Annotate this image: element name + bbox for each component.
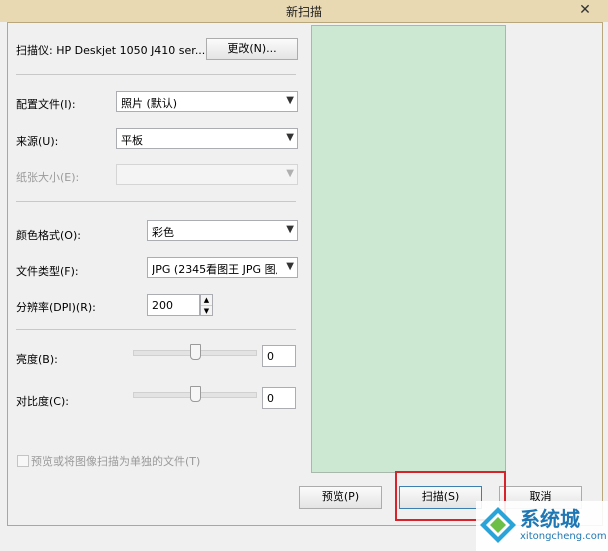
separate-files-label: 预览或将图像扫描为单独的文件(T) <box>31 455 201 468</box>
spin-down-icon[interactable]: ▼ <box>201 306 212 316</box>
spin-up-icon[interactable]: ▲ <box>201 295 212 306</box>
contrast-label: 对比度(C): <box>16 395 69 408</box>
contrast-slider-thumb[interactable] <box>190 386 201 402</box>
source-select[interactable]: 平板 ▼ <box>116 128 298 149</box>
brightness-label: 亮度(B): <box>16 353 58 366</box>
chevron-down-icon: ▼ <box>286 95 294 106</box>
profile-select[interactable]: 照片 (默认) ▼ <box>116 91 298 112</box>
color-format-label: 颜色格式(O): <box>16 229 81 242</box>
paper-size-label: 纸张大小(E): <box>16 171 80 184</box>
separator <box>16 201 296 202</box>
change-scanner-button[interactable]: 更改(N)... <box>206 38 298 60</box>
watermark: 系统城 xitongcheng.com <box>476 501 608 551</box>
window-title: 新扫描 <box>285 5 322 19</box>
scanner-label: 扫描仪: HP Deskjet 1050 J410 ser... <box>16 44 206 57</box>
preview-button[interactable]: 预览(P) <box>299 486 382 509</box>
profile-value: 照片 (默认) <box>121 97 178 110</box>
separator <box>16 74 296 75</box>
close-icon[interactable]: ✕ <box>568 0 602 20</box>
scan-dialog: 扫描仪: HP Deskjet 1050 J410 ser... 更改(N)..… <box>7 22 608 551</box>
brightness-slider-thumb[interactable] <box>190 344 201 360</box>
source-value: 平板 <box>121 134 143 147</box>
chevron-down-icon: ▼ <box>286 261 294 272</box>
contrast-input[interactable]: 0 <box>262 387 296 409</box>
title-bar: 新扫描 ✕ <box>0 0 608 22</box>
source-label: 来源(U): <box>16 135 59 148</box>
separator <box>16 329 296 330</box>
brightness-input[interactable]: 0 <box>262 345 296 367</box>
resolution-input[interactable]: 200 <box>147 294 200 316</box>
chevron-down-icon: ▼ <box>286 224 294 235</box>
paper-size-select: ▼ <box>116 164 298 185</box>
preview-pane <box>311 25 506 473</box>
chevron-down-icon: ▼ <box>286 132 294 143</box>
file-type-label: 文件类型(F): <box>16 265 79 278</box>
watermark-brand: 系统城 <box>520 507 580 531</box>
color-format-value: 彩色 <box>152 226 174 239</box>
file-type-select[interactable]: JPG (2345看图王 JPG 图片 ▼ <box>147 257 298 278</box>
watermark-logo-icon <box>480 507 516 543</box>
profile-label: 配置文件(I): <box>16 98 76 111</box>
resolution-label: 分辨率(DPI)(R): <box>16 301 96 314</box>
watermark-url: xitongcheng.com <box>520 531 607 542</box>
separate-files-checkbox[interactable] <box>17 455 29 467</box>
chevron-down-icon: ▼ <box>286 168 294 179</box>
resolution-spinner[interactable]: ▲ ▼ <box>200 294 213 316</box>
color-format-select[interactable]: 彩色 ▼ <box>147 220 298 241</box>
file-type-value: JPG (2345看图王 JPG 图片 <box>152 263 277 276</box>
